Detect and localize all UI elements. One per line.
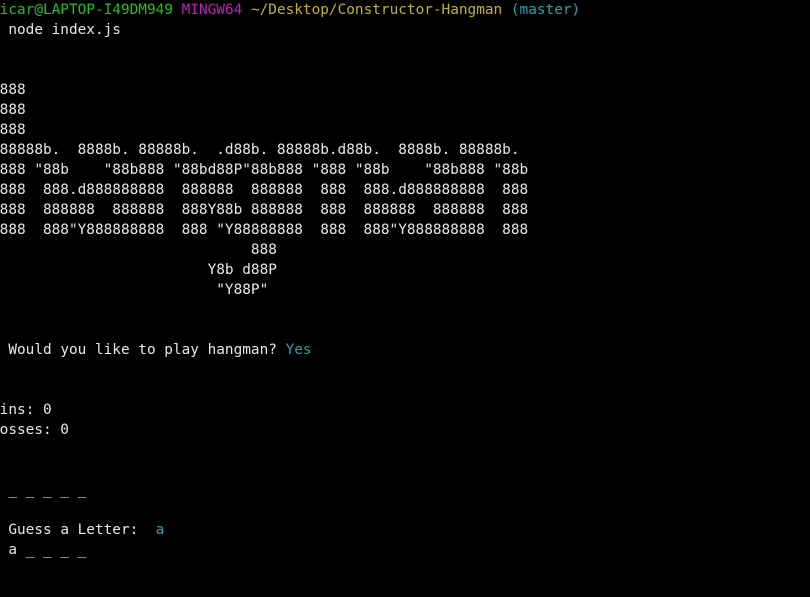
prompt-cwd: ~/Desktop/Constructor-Hangman xyxy=(250,2,503,18)
banner-line: 888 xyxy=(0,242,277,258)
banner-line: 888 888"Y888888888 888 "Y88888888 888 88… xyxy=(0,222,529,238)
ascii-banner: 888 888 888 88888b. 8888b. 88888b. .d88b… xyxy=(0,80,810,300)
play-answer: Yes xyxy=(285,342,312,358)
guess-question-line: ? Guess a Letter: a xyxy=(0,520,810,540)
wins-counter: Wins: 0 xyxy=(0,402,52,418)
play-question-text: Would you like to play hangman? xyxy=(0,342,277,358)
banner-line: 888 xyxy=(0,102,26,118)
guess-question-text: Guess a Letter: xyxy=(0,522,139,538)
word-blanks-initial: _ _ _ _ _ _ xyxy=(0,482,87,498)
banner-line: Y8b d88P xyxy=(0,262,277,278)
banner-line: 888 xyxy=(0,122,26,138)
banner-line: 88888b. 8888b. 88888b. .d88b. 88888b.d88… xyxy=(0,142,520,158)
prompt-git-branch: (master) xyxy=(510,2,581,18)
word-after-guess: _ a _ _ _ _ xyxy=(0,542,87,558)
play-question-line: ? Would you like to play hangman? Yes xyxy=(0,340,810,360)
terminal-window[interactable]: ricar@LAPTOP-I49DM949 MINGW64 ~/Desktop/… xyxy=(0,0,810,597)
banner-line: 888 xyxy=(0,82,26,98)
banner-line: 888 "88b "88b888 "88bd88P"88b888 "888 "8… xyxy=(0,162,529,178)
shell-prompt-line: ricar@LAPTOP-I49DM949 MINGW64 ~/Desktop/… xyxy=(0,0,810,20)
prompt-shell-name: MINGW64 xyxy=(181,2,243,18)
command-line: $ node index.js xyxy=(0,22,121,38)
losses-counter: Losses: 0 xyxy=(0,422,69,438)
banner-line: 888 888.d888888888 888888 888888 888 888… xyxy=(0,182,529,198)
prompt-user-host: ricar@LAPTOP-I49DM949 xyxy=(0,2,173,18)
guess-answer: a xyxy=(155,522,165,538)
banner-line: "Y88P" xyxy=(0,282,269,298)
banner-line: 888 888888 888888 888Y88b 888888 888 888… xyxy=(0,202,529,218)
